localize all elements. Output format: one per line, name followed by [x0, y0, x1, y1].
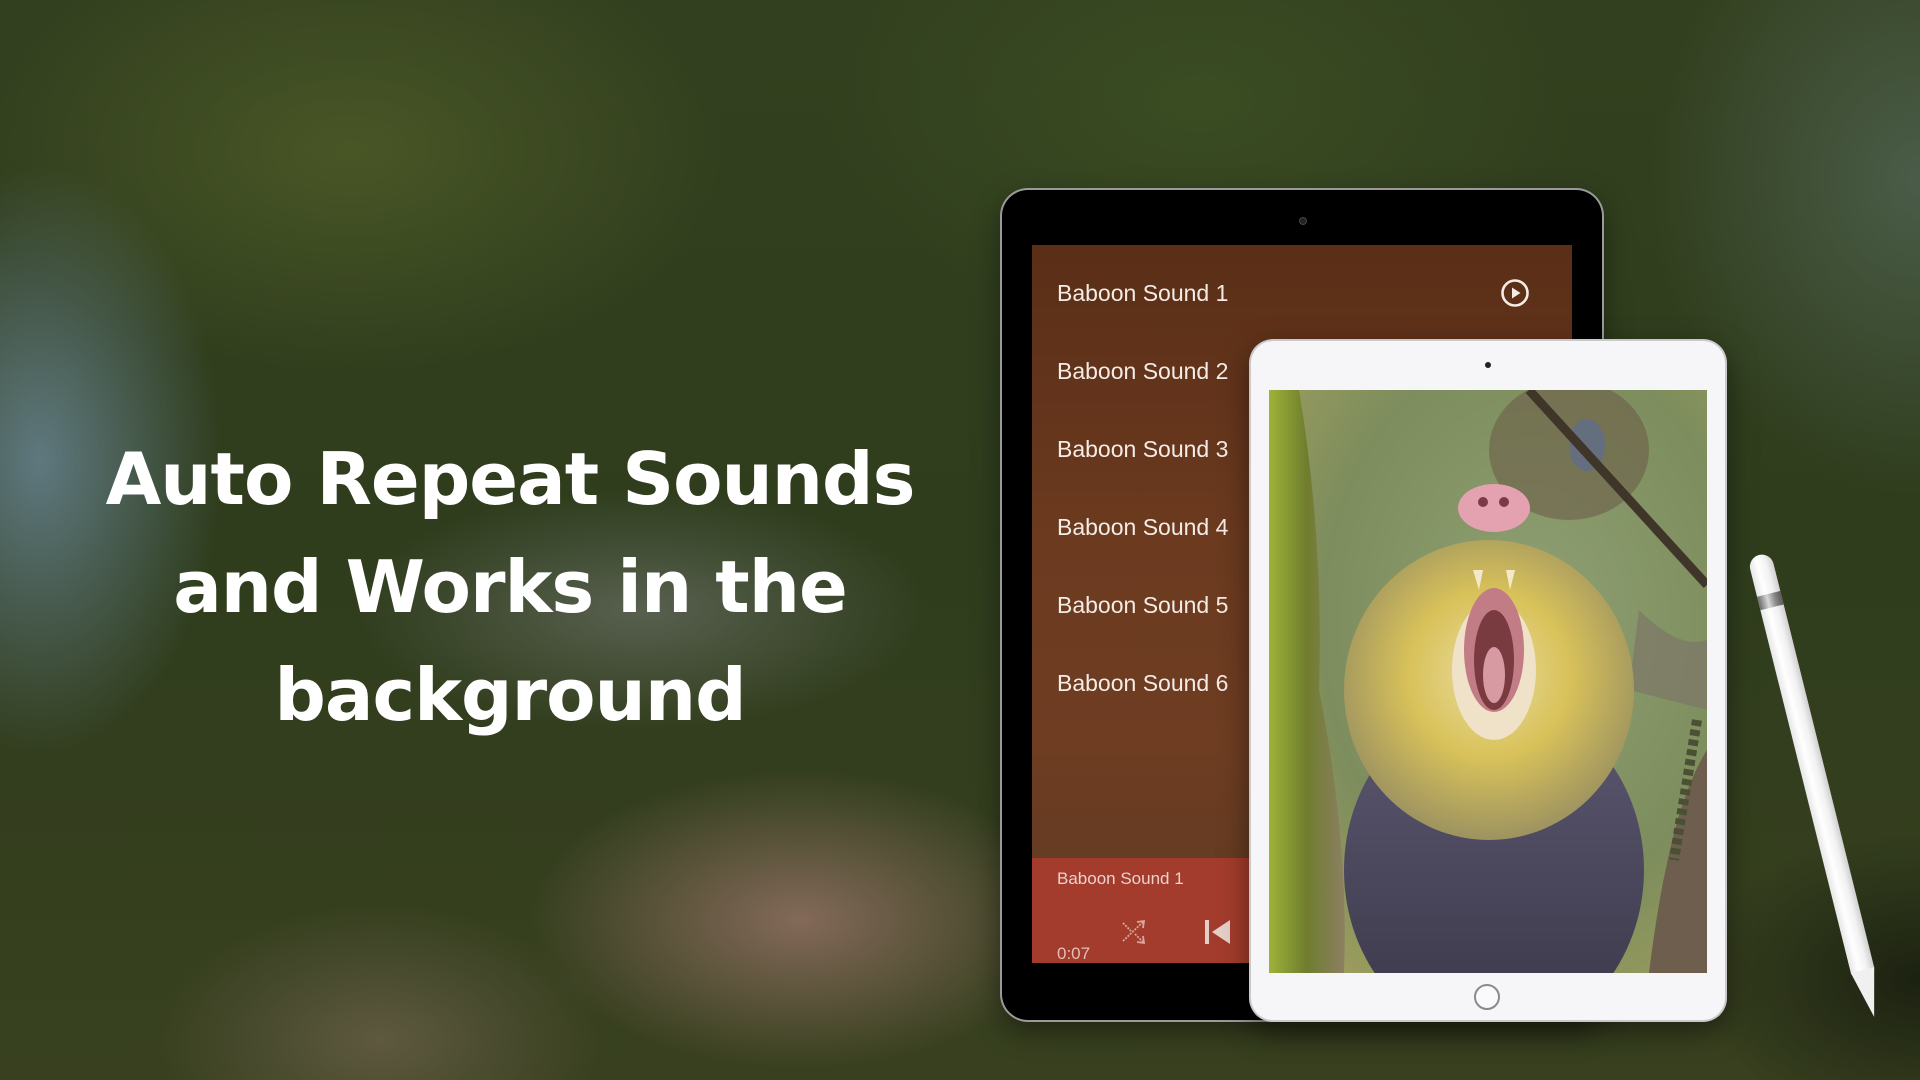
headline-line-1: Auto Repeat Sounds [105, 437, 916, 521]
headline: Auto Repeat Sounds and Works in the back… [60, 425, 960, 749]
home-button[interactable] [1474, 984, 1500, 1010]
sound-label: Baboon Sound 3 [1057, 435, 1229, 462]
previous-track-icon[interactable] [1203, 918, 1233, 946]
headline-line-2: and Works in the [173, 545, 848, 629]
sound-label: Baboon Sound 5 [1057, 591, 1229, 618]
sound-label: Baboon Sound 1 [1057, 279, 1229, 306]
headline-line-3: background [274, 653, 746, 737]
now-playing-title: Baboon Sound 1 [1057, 869, 1184, 888]
sound-label: Baboon Sound 2 [1057, 357, 1229, 384]
play-circle-icon[interactable] [1500, 278, 1530, 308]
shuffle-icon[interactable] [1121, 919, 1147, 945]
mandrill-illustration [1269, 390, 1707, 973]
white-tablet [1251, 341, 1725, 1020]
mandrill-photo [1269, 390, 1707, 973]
elapsed-time: 0:07 [1057, 944, 1091, 963]
sound-label: Baboon Sound 6 [1057, 669, 1229, 696]
front-camera [1485, 362, 1491, 368]
front-camera [1300, 218, 1306, 224]
sound-label: Baboon Sound 4 [1057, 513, 1229, 540]
